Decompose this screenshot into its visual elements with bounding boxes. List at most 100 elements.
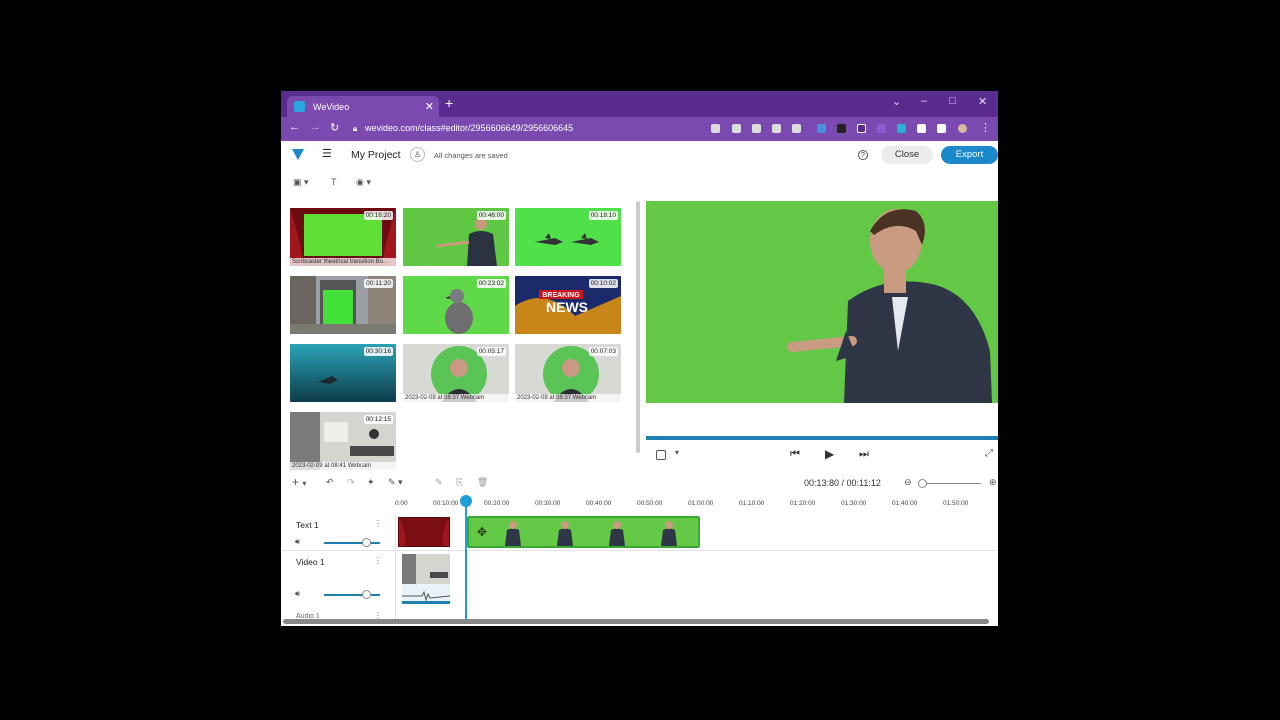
speaker-icon[interactable]: 🔊︎ <box>295 537 300 547</box>
zoom-slider[interactable] <box>921 483 981 484</box>
project-title[interactable]: My Project <box>351 149 401 161</box>
library-item[interactable]: 00:11:20 <box>290 276 396 334</box>
window-close-icon[interactable]: ✕ <box>978 95 987 108</box>
play-icon[interactable]: ▶ <box>825 447 834 461</box>
zoom-out-icon[interactable]: ⊖ <box>904 477 912 488</box>
extension-m-icon[interactable] <box>877 124 886 133</box>
item-duration: 00:12:15 <box>363 415 393 424</box>
reload-icon[interactable]: ↻ <box>330 121 339 134</box>
playhead-handle[interactable] <box>460 495 472 507</box>
track-menu-icon[interactable]: ⋮ <box>374 611 382 619</box>
add-icon[interactable]: + ▾ <box>292 475 306 489</box>
trash-icon[interactable]: 🗑︎ <box>477 477 488 488</box>
preview-progress-bar[interactable] <box>646 436 998 440</box>
item-caption: 2023-02-09 at 08:37 Webcam <box>403 394 509 402</box>
close-button[interactable]: Close <box>881 146 933 164</box>
bookmark-icon[interactable] <box>792 124 801 133</box>
timeline-clip-curtain[interactable] <box>398 517 450 547</box>
move-icon[interactable]: ✥ <box>477 525 487 539</box>
library-item[interactable]: 00:12:15 2023-02-09 at 08:41 Webcam <box>290 412 396 470</box>
redo-icon[interactable]: ↷ <box>347 477 355 488</box>
browser-menu-icon[interactable]: ⋮ <box>980 121 991 134</box>
track-volume-knob[interactable] <box>362 538 371 547</box>
clip-room-thumb <box>402 554 450 584</box>
track-name: Text 1 <box>296 520 319 530</box>
library-item[interactable]: 00:18:10 <box>515 208 621 266</box>
pencil-icon[interactable]: ✎ <box>435 477 443 488</box>
library-item[interactable]: 00:16:20 Scribcaster theatrical transiti… <box>290 208 396 266</box>
new-tab-icon[interactable]: + <box>445 95 453 111</box>
playhead[interactable] <box>465 499 467 619</box>
browser-window: WeVideo ✕ + ⌄ – □ ✕ ← → ↻ 🔒︎ wevideo.com… <box>281 91 998 626</box>
track-menu-icon[interactable]: ⋮ <box>374 519 382 528</box>
library-item[interactable]: 00:05:17 2023-02-09 at 08:37 Webcam <box>403 344 509 402</box>
ruler-label: 01:10:00 <box>739 500 765 507</box>
tab-search-icon[interactable]: ⌄ <box>892 95 901 108</box>
library-item[interactable]: 00:07:03 2023-02-09 at 08:37 Webcam <box>515 344 621 402</box>
track-menu-icon[interactable]: ⋮ <box>374 556 382 565</box>
zoom-icon[interactable] <box>752 124 761 133</box>
prev-icon[interactable]: ⏮︎ <box>790 448 800 461</box>
next-icon[interactable]: ⏭︎ <box>859 448 869 461</box>
help-icon[interactable]: ? <box>858 150 868 160</box>
image-icon[interactable]: ▣ ▾ <box>293 177 309 188</box>
clip-curtain-thumb <box>399 518 449 546</box>
extension-c-icon[interactable] <box>837 124 846 133</box>
zoom-in-icon[interactable]: ⊕ <box>989 477 997 488</box>
extension-k-icon[interactable] <box>857 124 866 133</box>
library-item[interactable]: 00:30:16 <box>290 344 396 402</box>
extension-play-icon[interactable] <box>897 124 906 133</box>
ruler-label: 00:10:00 <box>433 500 459 507</box>
tab-close-icon[interactable]: ✕ <box>425 100 434 113</box>
forward-icon[interactable]: → <box>310 121 321 133</box>
library-scrollbar[interactable] <box>636 201 640 453</box>
speaker-icon[interactable]: 🔊︎ <box>295 589 300 599</box>
url-field[interactable]: wevideo.com/class#editor/2956606649/2956… <box>365 123 573 133</box>
timeline-toolbar: + ▾ ↶ ↷ ✦ ✎ ▾ ✎ ⎘ 🗑︎ 00:13:80 / 00:11:12… <box>281 475 998 493</box>
timeline-ruler[interactable]: 0:00 00:10:00 00:20:00 00:30:00 00:40:00… <box>281 493 998 513</box>
clip-presenter-thumbs <box>469 518 698 546</box>
news-overlay-top: BREAKING <box>542 292 580 299</box>
track-volume-slider[interactable] <box>324 542 380 544</box>
collaborator-icon[interactable]: ♙ <box>410 147 425 162</box>
text-icon[interactable]: T <box>331 177 337 187</box>
fullscreen-icon[interactable]: ⤢ <box>985 448 993 459</box>
install-icon[interactable] <box>732 124 741 133</box>
pencil-icon[interactable]: ✎ ▾ <box>388 477 403 488</box>
wevideo-logo-icon[interactable] <box>292 149 304 160</box>
track-volume-knob[interactable] <box>362 590 371 599</box>
library-item[interactable]: 00:46:00 <box>403 208 509 266</box>
undo-icon[interactable]: ↶ <box>326 477 334 488</box>
library-item[interactable]: BREAKING NEWS 00:10:02 <box>515 276 621 334</box>
item-caption: Scribcaster theatrical transition Bo... <box>290 258 396 266</box>
chevron-down-icon[interactable]: ▾ <box>675 448 679 457</box>
timeline-clip-room[interactable] <box>402 554 451 604</box>
camera-icon[interactable] <box>711 124 720 133</box>
item-duration: 00:11:20 <box>364 279 393 288</box>
maximize-icon[interactable]: □ <box>949 95 956 107</box>
share-page-icon[interactable] <box>772 124 781 133</box>
zoom-slider-knob[interactable] <box>918 479 927 488</box>
library-item[interactable]: 00:23:02 <box>403 276 509 334</box>
browser-tab[interactable]: WeVideo ✕ <box>287 96 439 117</box>
timeline-clip-presenter[interactable]: ✥ <box>467 516 700 548</box>
item-caption: 2023-02-09 at 08:41 Webcam <box>290 462 396 470</box>
item-duration: 00:07:03 <box>588 347 618 356</box>
copy-icon[interactable]: ⎘ <box>456 477 463 488</box>
track-volume-slider[interactable] <box>324 594 380 596</box>
color-icon[interactable]: ◉ ▾ <box>356 177 371 188</box>
side-panel-icon[interactable] <box>937 124 946 133</box>
ruler-label: 01:20:00 <box>790 500 816 507</box>
back-icon[interactable]: ← <box>289 121 300 133</box>
crop-icon[interactable] <box>656 450 666 460</box>
extension-translate-icon[interactable] <box>817 124 826 133</box>
extensions-puzzle-icon[interactable] <box>917 124 926 133</box>
minimize-icon[interactable]: – <box>921 95 927 107</box>
timeline-scrollbar[interactable] <box>283 619 989 624</box>
profile-avatar[interactable] <box>958 124 967 133</box>
magic-icon[interactable]: ✦ <box>367 477 375 488</box>
menu-icon[interactable]: ☰ <box>322 147 332 160</box>
clip-audio-waveform <box>402 590 451 602</box>
ruler-label: 01:40:00 <box>892 500 918 507</box>
export-button[interactable]: Export <box>941 146 998 164</box>
